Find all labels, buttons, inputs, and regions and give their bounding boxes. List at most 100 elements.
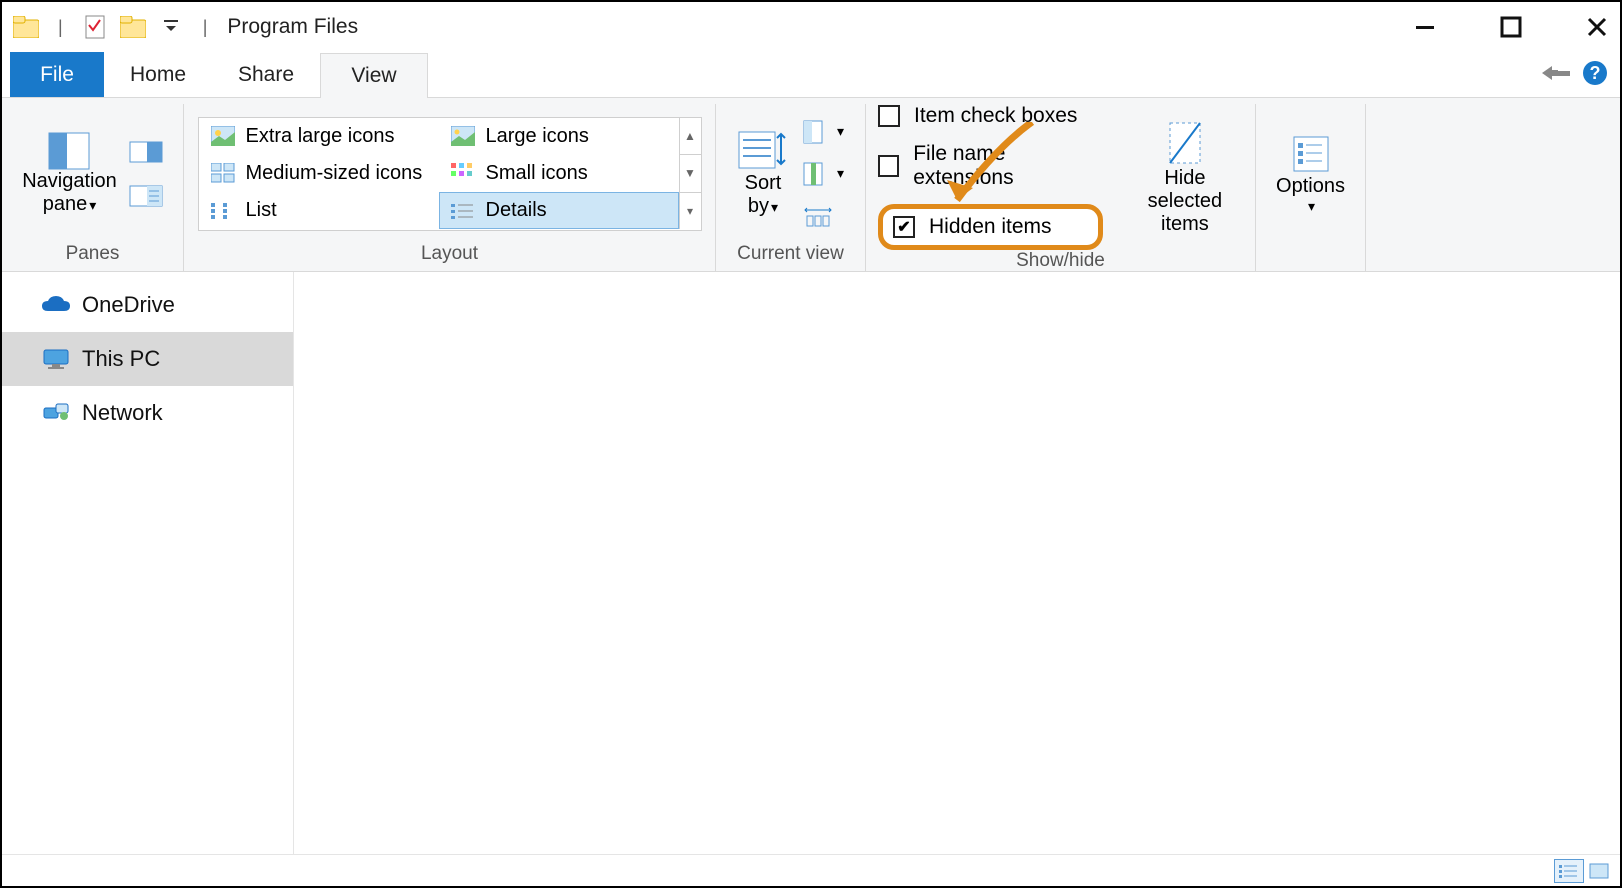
minimize-button[interactable]: [1412, 14, 1438, 40]
navigation-sidebar: OneDrive This PC Network: [2, 272, 294, 854]
folder-icon: [12, 13, 40, 41]
onedrive-icon: [42, 295, 70, 315]
layout-extra-large-icons[interactable]: Extra large icons: [199, 118, 439, 155]
file-name-extensions-label: File name extensions: [913, 142, 1103, 190]
ribbon-group-show-hide: Item check boxes File name extensions Hi…: [866, 104, 1256, 271]
group-by-icon: [803, 120, 833, 144]
group-by-button[interactable]: ▾: [803, 120, 844, 144]
close-button[interactable]: [1584, 14, 1610, 40]
window-controls: [1412, 2, 1610, 52]
medium-icons-icon: [210, 162, 236, 184]
gallery-scroll-down[interactable]: ▼: [680, 155, 701, 193]
tab-home[interactable]: Home: [104, 52, 212, 97]
options-icon: [1290, 133, 1332, 175]
hide-selected-label-1: Hide selected: [1127, 167, 1243, 213]
layout-large-icons[interactable]: Large icons: [439, 118, 679, 155]
layout-details[interactable]: Details: [439, 192, 679, 229]
checkbox-icon: [878, 155, 899, 177]
checkbox-icon: [878, 105, 900, 127]
ribbon-group-current-view: Sort by▾ ▾ ▾ Current view: [716, 104, 866, 271]
ribbon-group-current-view-label: Current view: [737, 243, 844, 265]
chevron-down-icon: ▾: [837, 123, 844, 140]
navigation-pane-label-1: Navigation: [22, 170, 117, 193]
layout-medium-label: Medium-sized icons: [246, 162, 423, 185]
svg-text:?: ?: [1590, 63, 1601, 83]
hide-selected-items-button[interactable]: Hide selected items: [1127, 119, 1243, 236]
tab-share[interactable]: Share: [212, 52, 320, 97]
small-icons-icon: [450, 162, 476, 184]
tab-view[interactable]: View: [320, 53, 428, 98]
ribbon-group-show-hide-label: Show/hide: [1016, 250, 1105, 272]
sidebar-item-onedrive[interactable]: OneDrive: [2, 278, 293, 332]
gallery-scroll-more[interactable]: ▾: [680, 193, 701, 230]
status-bar: [2, 854, 1620, 886]
tab-file[interactable]: File: [10, 52, 104, 97]
properties-icon[interactable]: [81, 13, 109, 41]
navigation-pane-label-2: pane▾: [43, 193, 97, 216]
ribbon-group-panes-label: Panes: [66, 243, 120, 265]
ribbon: Navigation pane▾ Panes Extra large icons: [2, 98, 1620, 272]
sort-by-button[interactable]: Sort by▾: [737, 130, 789, 218]
layout-medium-icons[interactable]: Medium-sized icons: [199, 155, 439, 192]
sidebar-item-label: Network: [82, 400, 163, 426]
minimize-ribbon-icon[interactable]: [1542, 64, 1570, 87]
hide-selected-label-2: items: [1161, 213, 1209, 236]
window-title: Program Files: [227, 15, 358, 39]
details-icon: [450, 200, 476, 222]
item-check-boxes-toggle[interactable]: Item check boxes: [878, 104, 1103, 128]
layout-details-label: Details: [486, 199, 547, 222]
new-folder-icon[interactable]: [119, 13, 147, 41]
sidebar-item-this-pc[interactable]: This PC: [2, 332, 293, 386]
file-name-extensions-toggle[interactable]: File name extensions: [878, 142, 1103, 190]
help-icon[interactable]: ?: [1582, 60, 1608, 91]
add-columns-button[interactable]: ▾: [803, 162, 844, 186]
hide-selected-icon: [1164, 119, 1206, 167]
this-pc-icon: [42, 348, 70, 370]
content-area: OneDrive This PC Network: [2, 272, 1620, 854]
gallery-scroll: ▲ ▼ ▾: [679, 118, 701, 230]
chevron-down-icon: ▾: [837, 165, 844, 182]
gallery-scroll-up[interactable]: ▲: [680, 118, 701, 156]
ribbon-group-options: Options ▾: [1256, 104, 1366, 271]
ribbon-tabstrip: File Home Share View ?: [2, 52, 1620, 98]
chevron-down-icon: ▾: [1308, 198, 1315, 214]
sidebar-item-label: OneDrive: [82, 292, 175, 318]
layout-small-icons[interactable]: Small icons: [439, 155, 679, 192]
layout-extra-large-label: Extra large icons: [246, 125, 395, 148]
network-icon: [42, 402, 70, 424]
options-label: Options: [1276, 175, 1345, 198]
ribbon-group-panes: Navigation pane▾ Panes: [2, 104, 184, 271]
item-check-boxes-label: Item check boxes: [914, 104, 1077, 128]
maximize-button[interactable]: [1498, 14, 1524, 40]
size-columns-button[interactable]: [803, 204, 844, 228]
details-pane-button[interactable]: [129, 185, 163, 207]
quick-access-toolbar: | |: [12, 13, 215, 41]
navigation-pane-button[interactable]: Navigation pane▾: [22, 132, 117, 216]
sort-by-label-2: by▾: [748, 195, 778, 218]
sort-by-label-1: Sort: [745, 172, 782, 195]
large-icons-icon: [450, 125, 476, 147]
sidebar-item-network[interactable]: Network: [2, 386, 293, 440]
layout-large-label: Large icons: [486, 125, 589, 148]
sidebar-item-label: This PC: [82, 346, 160, 372]
extra-large-icons-icon: [210, 125, 236, 147]
layout-gallery: Extra large icons Large icons ▲ ▼ ▾ Medi…: [198, 117, 702, 231]
qat-dropdown-icon[interactable]: [157, 13, 185, 41]
title-bar: | | Program Files: [2, 2, 1620, 52]
layout-list[interactable]: List: [199, 192, 439, 229]
hidden-items-toggle[interactable]: Hidden items: [878, 204, 1103, 250]
sort-by-icon: [737, 130, 789, 172]
hidden-items-label: Hidden items: [929, 215, 1052, 239]
layout-list-label: List: [246, 199, 277, 222]
file-list-area[interactable]: [294, 272, 1620, 854]
preview-pane-button[interactable]: [129, 141, 163, 163]
ribbon-group-layout: Extra large icons Large icons ▲ ▼ ▾ Medi…: [184, 104, 716, 271]
navigation-pane-icon: [48, 132, 90, 170]
view-details-button[interactable]: [1554, 859, 1584, 883]
view-large-icons-button[interactable]: [1584, 859, 1614, 883]
size-columns-icon: [803, 204, 833, 228]
options-button[interactable]: Options ▾: [1276, 133, 1345, 214]
list-icon: [210, 200, 236, 222]
ribbon-group-layout-label: Layout: [421, 243, 478, 265]
checkbox-checked-icon: [893, 216, 915, 238]
